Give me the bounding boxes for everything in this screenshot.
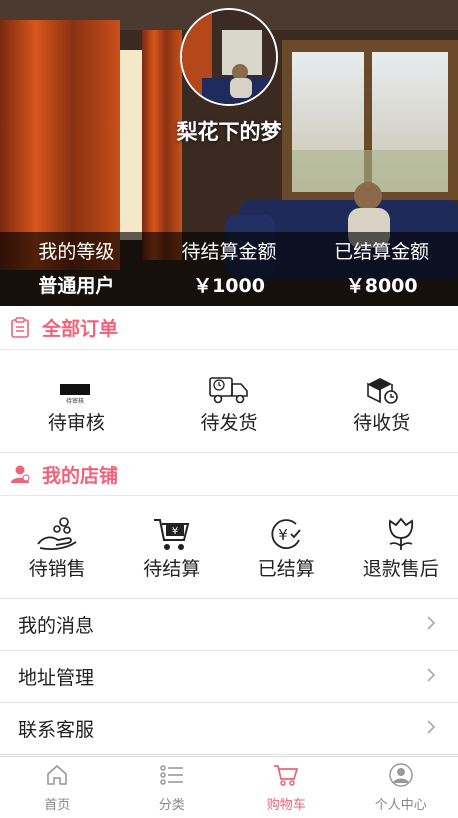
home-icon bbox=[45, 763, 69, 791]
order-status-label: 待发货 bbox=[200, 412, 258, 434]
user-shop-icon bbox=[9, 463, 31, 485]
avatar[interactable] bbox=[180, 8, 278, 106]
delivery-truck-icon bbox=[208, 370, 250, 406]
shop-settled[interactable]: ¥ 已结算 bbox=[231, 516, 341, 581]
shop-status-label: 待结算 bbox=[143, 558, 201, 580]
shop-to-sell[interactable]: 待销售 bbox=[2, 516, 112, 581]
svg-text:¥: ¥ bbox=[278, 526, 288, 544]
flower-icon bbox=[384, 516, 418, 552]
tab-label: 个人中心 bbox=[374, 798, 427, 813]
tab-cart[interactable]: 购物车 bbox=[229, 757, 344, 818]
menu-item-address[interactable]: 地址管理 bbox=[0, 651, 458, 703]
order-pending-receipt[interactable]: 待收货 bbox=[327, 370, 437, 435]
tab-label: 分类 bbox=[158, 798, 185, 813]
stat-pending-amount: 待结算金额 ￥1000 bbox=[153, 232, 306, 306]
shop-status-label: 退款售后 bbox=[362, 558, 439, 580]
tab-label: 购物车 bbox=[266, 798, 306, 813]
cart-yen-icon: ¥ bbox=[152, 516, 192, 552]
tab-label: 首页 bbox=[44, 798, 71, 813]
tab-home[interactable]: 首页 bbox=[0, 757, 115, 818]
list-icon bbox=[159, 763, 185, 791]
menu-item-messages[interactable]: 我的消息 bbox=[0, 599, 458, 651]
shop-to-settle[interactable]: ¥ 待结算 bbox=[117, 516, 227, 581]
bottom-tab-bar: 首页 分类 购物车 个人中心 bbox=[0, 756, 458, 818]
orders-section-header[interactable]: 全部订单 bbox=[0, 306, 458, 350]
svg-text:待审核: 待审核 bbox=[66, 397, 84, 405]
stat-value: 普通用户 bbox=[38, 275, 115, 297]
chevron-right-icon bbox=[426, 615, 436, 635]
menu-item-label: 地址管理 bbox=[18, 667, 95, 689]
stat-label: 已结算金额 bbox=[334, 241, 430, 263]
stat-level: 我的等级 普通用户 bbox=[0, 232, 153, 306]
shop-title: 我的店铺 bbox=[42, 464, 119, 487]
menu-item-label: 我的消息 bbox=[18, 615, 95, 637]
order-pending-review[interactable]: 待审核 待审核 bbox=[21, 370, 131, 435]
order-status-label: 待审核 bbox=[47, 412, 105, 434]
tab-category[interactable]: 分类 bbox=[115, 757, 230, 818]
order-pending-shipment[interactable]: 待发货 bbox=[174, 370, 284, 435]
shop-status-label: 待销售 bbox=[28, 558, 86, 580]
stat-value: ￥1000 bbox=[193, 275, 265, 297]
profile-header: 梨花下的梦 我的等级 普通用户 待结算金额 ￥1000 已结算金额 ￥8000 bbox=[0, 0, 458, 306]
shop-status-label: 已结算 bbox=[257, 558, 315, 580]
shop-section-header[interactable]: 我的店铺 bbox=[0, 452, 458, 496]
order-status-row: 待审核 待审核 待发货 待收货 bbox=[0, 370, 458, 435]
stats-bar: 我的等级 普通用户 待结算金额 ￥1000 已结算金额 ￥8000 bbox=[0, 232, 458, 306]
stat-label: 我的等级 bbox=[38, 241, 115, 263]
stat-label: 待结算金额 bbox=[181, 241, 277, 263]
hand-coins-icon bbox=[36, 516, 78, 552]
clipboard-icon bbox=[9, 316, 31, 339]
stat-value: ￥8000 bbox=[345, 275, 418, 297]
menu-item-label: 联系客服 bbox=[18, 719, 95, 741]
stat-settled-amount: 已结算金额 ￥8000 bbox=[305, 232, 458, 306]
settings-list: 我的消息 地址管理 联系客服 bbox=[0, 598, 458, 755]
svg-text:¥: ¥ bbox=[172, 526, 178, 537]
chevron-right-icon bbox=[426, 719, 436, 739]
orders-title: 全部订单 bbox=[42, 318, 119, 340]
yen-check-icon: ¥ bbox=[268, 516, 304, 552]
pending-review-icon: 待审核 bbox=[56, 370, 96, 406]
user-icon bbox=[389, 763, 413, 791]
menu-item-customer-service[interactable]: 联系客服 bbox=[0, 703, 458, 755]
package-clock-icon bbox=[364, 370, 400, 406]
cart-icon bbox=[273, 763, 299, 791]
shop-refund[interactable]: 退款售后 bbox=[346, 516, 456, 581]
tab-profile[interactable]: 个人中心 bbox=[344, 757, 458, 818]
chevron-right-icon bbox=[426, 667, 436, 687]
order-status-label: 待收货 bbox=[353, 412, 411, 434]
shop-status-row: 待销售 ¥ 待结算 ¥ 已结算 退款售后 bbox=[0, 516, 458, 581]
username: 梨花下的梦 bbox=[176, 120, 282, 144]
